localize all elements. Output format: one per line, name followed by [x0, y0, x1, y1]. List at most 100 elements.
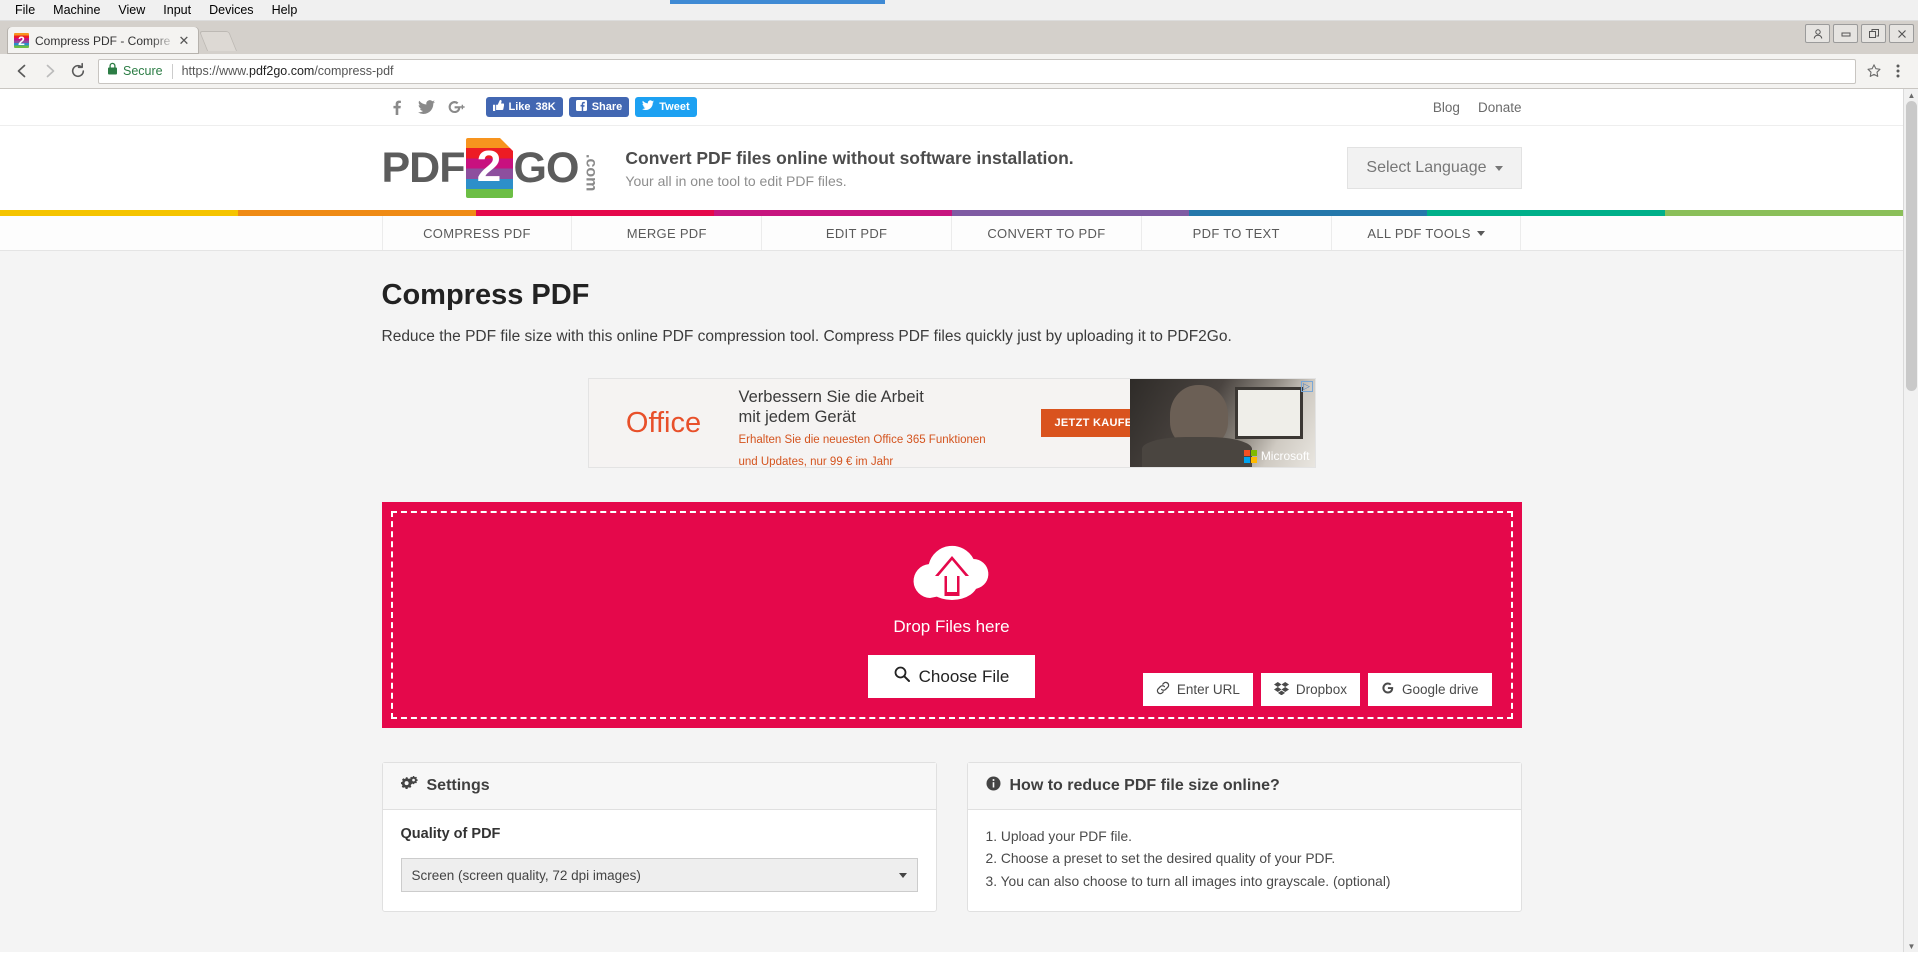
thumbs-up-icon — [492, 100, 504, 114]
window-top-strip — [670, 0, 885, 4]
browser-tab-title: Compress PDF - Compre — [35, 33, 171, 48]
dropbox-label: Dropbox — [1295, 682, 1347, 697]
howto-panel-title: How to reduce PDF file size online? — [1009, 777, 1280, 794]
select-language-label: Select Language — [1366, 159, 1487, 176]
reload-icon[interactable] — [64, 57, 92, 85]
forward-arrow-icon[interactable] — [36, 57, 64, 85]
nav-label: MERGE PDF — [626, 225, 707, 241]
scroll-up-arrow[interactable]: ▲ — [1904, 89, 1918, 101]
scrollbar-thumb[interactable] — [1906, 101, 1917, 391]
twitter-icon[interactable] — [412, 95, 442, 119]
logo-pdf-text: PDF — [381, 143, 466, 192]
omnibox-divider — [171, 63, 173, 79]
page-viewport: Like 38K Share Tweet Blog Donate PDF 2 G… — [0, 89, 1918, 952]
color-segment-green — [1665, 210, 1903, 216]
vbox-menu-file[interactable]: File — [6, 0, 44, 21]
browser-tab[interactable]: 2 Compress PDF - Compre ✕ — [8, 27, 198, 54]
choose-file-button[interactable]: Choose File — [867, 655, 1036, 698]
maximize-restore-button[interactable] — [1861, 24, 1886, 43]
logo-com-text: .com — [582, 154, 600, 192]
nav-label: PDF TO TEXT — [1192, 225, 1280, 241]
facebook-like-label: Like — [508, 101, 531, 113]
twitter-tweet-button[interactable]: Tweet — [635, 97, 697, 117]
logo-go-text: GO — [513, 143, 580, 192]
quality-select-value: Screen (screen quality, 72 dpi images) — [411, 867, 641, 883]
advertisement-container: Office Verbessern Sie die Arbeit mit jed… — [382, 378, 1522, 468]
adchoices-icon[interactable]: ▷ — [1300, 381, 1313, 392]
google-drive-button[interactable]: Google drive — [1367, 673, 1492, 706]
chevron-down-icon — [898, 872, 907, 878]
chevron-down-icon — [1476, 230, 1485, 236]
ad-office-brand: Office — [625, 406, 702, 439]
vbox-menu-machine[interactable]: Machine — [44, 0, 109, 21]
new-tab-button[interactable] — [198, 31, 238, 51]
file-dropzone[interactable]: Drop Files here Choose File Enter URL Dr… — [381, 502, 1522, 728]
scroll-down-arrow[interactable]: ▼ — [1904, 940, 1918, 952]
settings-panel-title: Settings — [426, 777, 490, 794]
nav-label: COMPRESS PDF — [423, 225, 531, 241]
bookmark-star-icon[interactable] — [1862, 59, 1886, 83]
chevron-down-icon — [1494, 165, 1503, 171]
facebook-like-count: 38K — [535, 101, 556, 113]
close-window-button[interactable] — [1889, 24, 1914, 43]
howto-steps-list: Upload your PDF file. Choose a preset to… — [986, 826, 1503, 893]
google-drive-icon — [1381, 681, 1395, 698]
close-icon[interactable]: ✕ — [176, 33, 192, 49]
logo-document-icon: 2 — [465, 138, 513, 198]
nav-label: CONVERT TO PDF — [987, 225, 1106, 241]
secure-label: Secure — [123, 64, 163, 78]
profile-icon[interactable] — [1805, 24, 1830, 43]
facebook-like-button[interactable]: Like 38K — [485, 97, 563, 117]
page-scrollbar[interactable]: ▲ ▼ — [1903, 89, 1918, 952]
facebook-share-button[interactable]: Share — [568, 97, 630, 117]
main-navigation: COMPRESS PDF MERGE PDF EDIT PDF CONVERT … — [0, 216, 1903, 251]
gears-icon — [400, 776, 418, 796]
twitter-bird-icon — [642, 100, 655, 114]
select-language-button[interactable]: Select Language — [1347, 147, 1522, 189]
howto-panel-body: Upload your PDF file. Choose a preset to… — [968, 810, 1521, 911]
howto-panel-header: How to reduce PDF file size online? — [967, 763, 1521, 810]
search-icon — [894, 666, 910, 687]
howto-panel: How to reduce PDF file size online? Uplo… — [966, 762, 1522, 913]
lock-icon — [107, 62, 118, 80]
blog-link[interactable]: Blog — [1433, 100, 1460, 115]
vbox-menu-devices[interactable]: Devices — [200, 0, 262, 21]
minimize-button[interactable] — [1833, 24, 1858, 43]
chrome-menu-icon[interactable] — [1886, 59, 1910, 83]
settings-panel: Settings Quality of PDF Screen (screen q… — [381, 762, 937, 913]
panels-row: Settings Quality of PDF Screen (screen q… — [381, 762, 1522, 913]
nav-item-convert-to-pdf[interactable]: CONVERT TO PDF — [952, 216, 1142, 250]
vbox-menu-help[interactable]: Help — [263, 0, 307, 21]
utility-links: Blog Donate — [1433, 100, 1522, 115]
microsoft-squares-icon — [1243, 449, 1257, 463]
dropbox-button[interactable]: Dropbox — [1260, 673, 1360, 706]
enter-url-button[interactable]: Enter URL — [1142, 673, 1253, 706]
page-description: Reduce the PDF file size with this onlin… — [381, 328, 1232, 345]
nav-item-compress-pdf[interactable]: COMPRESS PDF — [381, 216, 573, 250]
nav-item-pdf-to-text[interactable]: PDF TO TEXT — [1142, 216, 1332, 250]
facebook-icon[interactable] — [382, 95, 412, 119]
facebook-share-label: Share — [591, 101, 623, 113]
logo-two-text: 2 — [476, 142, 502, 191]
page-title: Compress PDF — [381, 279, 590, 311]
quality-select[interactable]: Screen (screen quality, 72 dpi images) — [400, 858, 918, 892]
google-plus-icon[interactable] — [442, 95, 472, 119]
vbox-menu-input[interactable]: Input — [154, 0, 200, 21]
dropbox-icon — [1273, 681, 1289, 698]
browser-toolbar: Secure https://www.pdf2go.com/compress-p… — [0, 54, 1918, 89]
nav-label: EDIT PDF — [825, 225, 888, 241]
nav-item-merge-pdf[interactable]: MERGE PDF — [572, 216, 763, 250]
list-item: You can also choose to turn all images i… — [1000, 873, 1391, 889]
nav-item-all-pdf-tools[interactable]: ALL PDF TOOLS — [1332, 216, 1522, 250]
advertisement-banner[interactable]: Office Verbessern Sie die Arbeit mit jed… — [587, 378, 1316, 468]
donate-link[interactable]: Donate — [1478, 100, 1522, 115]
address-bar[interactable]: Secure https://www.pdf2go.com/compress-p… — [98, 58, 1856, 84]
masthead-subline: Your all in one tool to edit PDF files. — [625, 172, 847, 189]
vbox-menu-view[interactable]: View — [109, 0, 154, 21]
nav-item-edit-pdf[interactable]: EDIT PDF — [762, 216, 952, 250]
pdf2go-logo[interactable]: PDF 2 GO .com — [381, 138, 600, 198]
microsoft-logo: Microsoft — [1243, 449, 1310, 463]
back-arrow-icon[interactable] — [8, 57, 36, 85]
choose-file-label: Choose File — [918, 666, 1010, 686]
dropzone-label: Drop Files here — [893, 617, 1010, 636]
